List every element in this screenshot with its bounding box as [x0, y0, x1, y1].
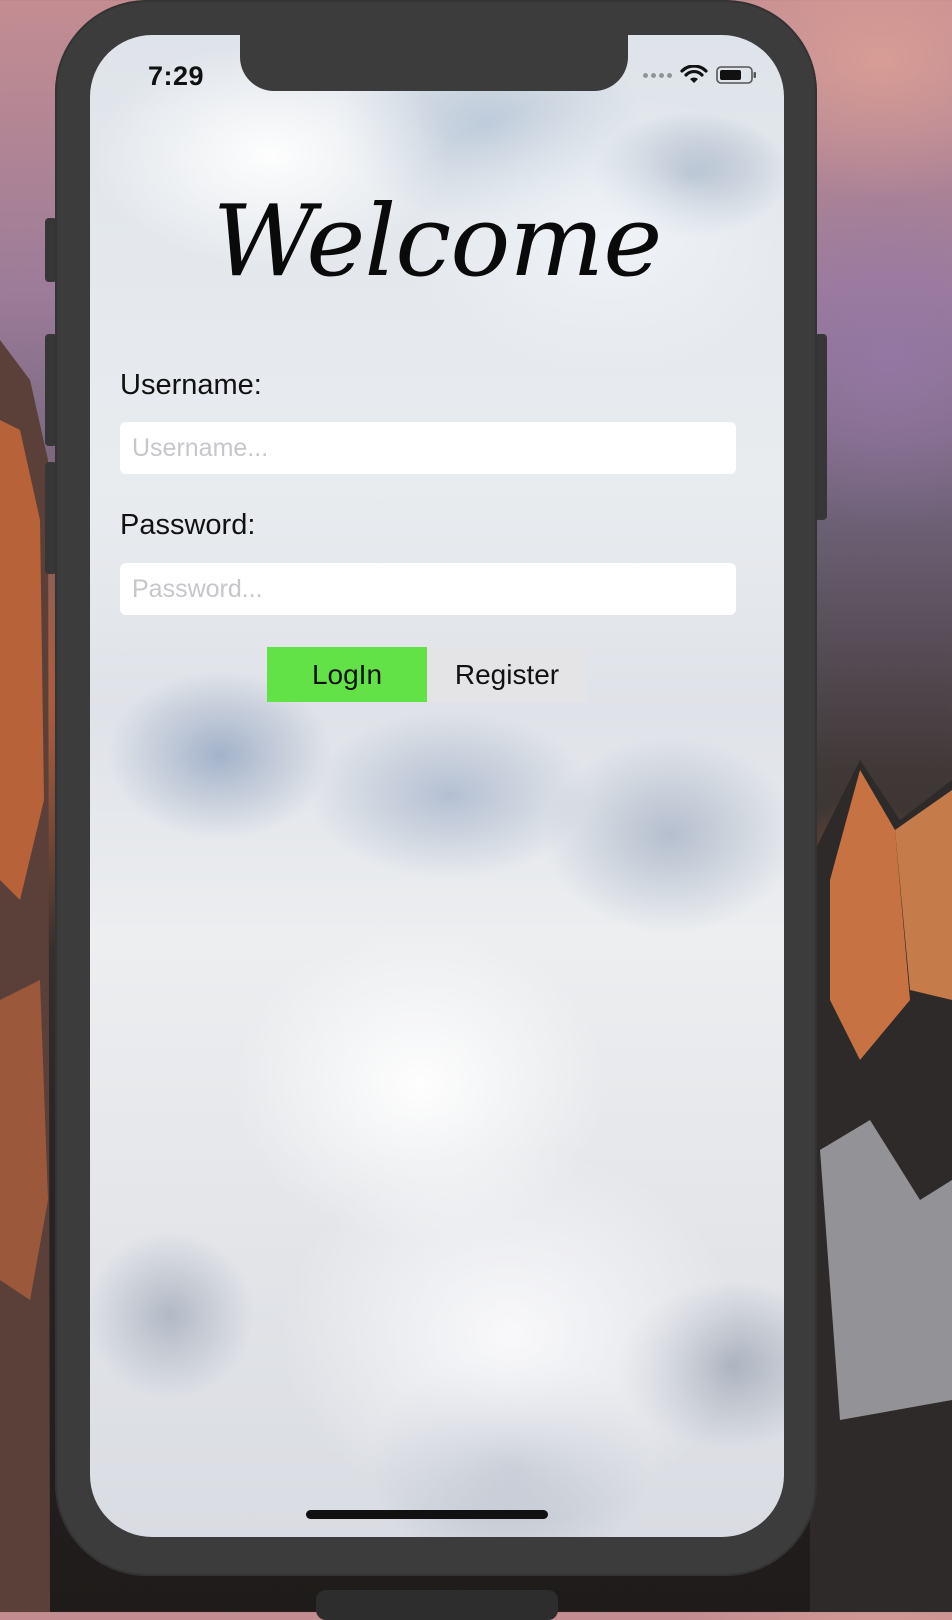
register-button[interactable]: Register [427, 647, 587, 702]
password-field[interactable] [120, 563, 736, 615]
login-button[interactable]: LogIn [267, 647, 427, 702]
home-indicator[interactable] [306, 1510, 548, 1519]
username-label: Username: [120, 369, 262, 401]
auth-buttons: LogIn Register [267, 647, 587, 702]
device-notch [240, 35, 628, 91]
cellular-signal-icon [643, 72, 672, 78]
status-time: 7:29 [148, 61, 205, 91]
wifi-icon [680, 65, 708, 83]
password-label: Password: [120, 509, 256, 541]
welcome-title: Welcome [212, 185, 663, 299]
battery-icon [716, 66, 756, 84]
username-field[interactable] [120, 422, 736, 474]
simulator-bottom-bar [316, 1590, 558, 1620]
app-screen: 7:29 Welcome Username: Password: LogIn R… [90, 35, 784, 1537]
status-icons [643, 65, 758, 85]
